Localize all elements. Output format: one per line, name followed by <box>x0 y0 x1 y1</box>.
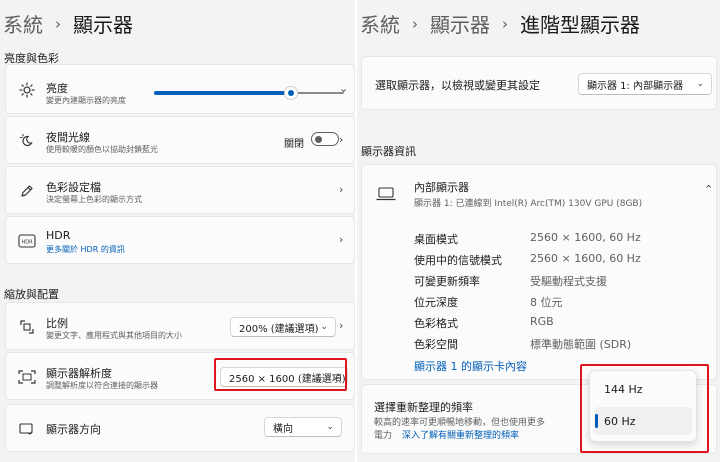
breadcrumb-separator: › <box>55 14 61 33</box>
info-value-color-space: 標準動態範圍 (SDR) <box>530 338 632 351</box>
orientation-dropdown[interactable]: 橫向 ⌄ <box>264 417 342 437</box>
chevron-right-icon[interactable]: › <box>339 134 349 145</box>
resolution-title: 顯示器解析度 <box>46 367 112 380</box>
chevron-down-icon: ⌄ <box>696 79 704 89</box>
hdr-title: HDR <box>46 229 71 242</box>
brightness-sun-icon <box>18 81 36 99</box>
orientation-title: 顯示器方向 <box>46 423 101 436</box>
collapse-chevron-up-icon[interactable]: ⌃ <box>704 184 714 195</box>
color-profile-card[interactable]: 色彩設定檔 決定螢幕上色彩的顯示方式 › <box>5 166 355 214</box>
refresh-rate-description-2: 電力 <box>374 431 393 441</box>
expand-chevron-down-icon[interactable]: ⌄ <box>339 83 349 94</box>
resolution-subtitle: 調整解析度以符合連接的顯示器 <box>46 381 158 390</box>
hdr-info-link[interactable]: 更多關於 HDR 的資訊 <box>46 244 125 255</box>
info-value-desktop-mode: 2560 × 1600, 60 Hz <box>530 231 641 244</box>
resolution-dropdown[interactable]: 2560 × 1600 (建議選項) ⌄ <box>220 367 348 387</box>
scale-dropdown[interactable]: 200% (建議選項) ⌄ <box>230 317 336 337</box>
breadcrumb: 系統 › 顯示器 <box>3 9 133 38</box>
color-profile-title: 色彩設定檔 <box>46 181 101 194</box>
refresh-rate-dropdown-list: 144 Hz 60 Hz <box>589 370 697 442</box>
display-connection-subtitle: 顯示器 1: 已連線到 Intel(R) Arc(TM) 130V GPU (8… <box>414 199 643 209</box>
night-light-card[interactable]: 夜間光線 使用較暖的顏色以協助封鎖藍光 關閉 › <box>5 116 355 164</box>
page-title: 顯示器 <box>73 13 133 37</box>
night-light-state-label: 關閉 <box>284 139 304 150</box>
brightness-slider-fill <box>154 91 291 95</box>
chevron-right-icon[interactable]: › <box>339 184 349 195</box>
refresh-rate-description: 較高的速率可更順暢地移動，但也使用更多 <box>374 418 546 428</box>
display-settings-panel: 系統 › 顯示器 亮度與色彩 亮度 變更內建顯示器的亮度 ⌄ 夜間光線 使用較暖… <box>0 0 355 462</box>
breadcrumb-parent[interactable]: 系統 <box>3 9 43 38</box>
info-key-variable-refresh: 可變更新頻率 <box>414 275 480 288</box>
info-value-color-format: RGB <box>530 315 554 328</box>
section-heading-display-info: 顯示器資訊 <box>361 145 416 158</box>
refresh-option-60hz-selected[interactable]: 60 Hz <box>594 407 692 435</box>
resolution-icon <box>18 368 36 386</box>
chevron-down-icon: ⌄ <box>332 372 340 382</box>
advanced-display-panel: 系統 › 顯示器 › 進階型顯示器 選取顯示器，以檢視或變更其設定 顯示器 1:… <box>357 0 720 462</box>
refresh-option-144hz[interactable]: 144 Hz <box>594 375 692 403</box>
info-value-variable-refresh: 受驅動程式支援 <box>530 275 607 288</box>
display-info-card: 內部顯示器 顯示器 1: 已連線到 Intel(R) Arc(TM) 130V … <box>361 164 717 380</box>
brightness-title: 亮度 <box>46 82 68 95</box>
refresh-rate-learn-more-link[interactable]: 深入了解有關重新整理的頻率 <box>402 428 519 441</box>
info-key-signal-mode: 使用中的信號模式 <box>414 254 502 267</box>
svg-text:HDR: HDR <box>21 240 33 246</box>
page-title: 進階型顯示器 <box>520 13 640 37</box>
pen-icon <box>18 182 36 200</box>
hdr-card[interactable]: HDR HDR 更多關於 HDR 的資訊 › <box>5 216 355 264</box>
scale-card: 比例 變更文字、應用程式與其他項目的大小 200% (建議選項) ⌄ › <box>5 302 355 350</box>
resolution-card: 顯示器解析度 調整解析度以符合連接的顯示器 2560 × 1600 (建議選項)… <box>5 352 355 400</box>
night-light-title: 夜間光線 <box>46 131 90 144</box>
info-key-bit-depth: 位元深度 <box>414 296 458 309</box>
chevron-down-icon: ⌄ <box>326 422 334 432</box>
chevron-right-icon[interactable]: › <box>339 234 349 245</box>
night-light-icon <box>18 132 36 150</box>
laptop-icon <box>376 185 396 203</box>
info-key-color-space: 色彩空間 <box>414 338 458 351</box>
info-key-desktop-mode: 桌面模式 <box>414 233 458 246</box>
breadcrumb-parent[interactable]: 顯示器 <box>430 9 490 38</box>
select-display-dropdown[interactable]: 顯示器 1: 內部顯示器 ⌄ <box>578 73 712 95</box>
breadcrumb-separator: › <box>502 14 508 33</box>
select-display-dropdown-value: 顯示器 1: 內部顯示器 <box>587 80 684 92</box>
resolution-dropdown-value: 2560 × 1600 (建議選項) <box>229 373 346 385</box>
select-display-card: 選取顯示器，以檢視或變更其設定 顯示器 1: 內部顯示器 ⌄ <box>361 56 717 110</box>
breadcrumb-separator: › <box>412 14 418 33</box>
brightness-subtitle: 變更內建顯示器的亮度 <box>46 96 126 105</box>
scale-title: 比例 <box>46 317 68 330</box>
color-profile-subtitle: 決定螢幕上色彩的顯示方式 <box>46 195 142 204</box>
adapter-properties-link[interactable]: 顯示器 1 的顯示卡內容 <box>414 358 527 374</box>
breadcrumb-root[interactable]: 系統 <box>360 9 400 38</box>
scale-dropdown-value: 200% (建議選項) <box>239 323 319 335</box>
night-light-subtitle: 使用較暖的顏色以協助封鎖藍光 <box>46 145 158 154</box>
chevron-down-icon: ⌄ <box>320 322 328 332</box>
brightness-card: 亮度 變更內建顯示器的亮度 ⌄ <box>5 64 355 114</box>
refresh-rate-title: 選擇重新整理的頻率 <box>374 401 473 414</box>
hdr-icon: HDR <box>18 232 36 250</box>
orientation-icon <box>18 420 36 438</box>
brightness-slider[interactable] <box>154 86 344 100</box>
info-key-color-format: 色彩格式 <box>414 317 458 330</box>
scale-icon <box>18 318 36 336</box>
info-value-bit-depth: 8 位元 <box>530 296 563 309</box>
display-name: 內部顯示器 <box>414 181 469 194</box>
section-heading-scale-layout: 縮放與配置 <box>4 288 59 301</box>
orientation-card: 顯示器方向 橫向 ⌄ <box>5 404 355 452</box>
chevron-right-icon[interactable]: › <box>339 320 349 331</box>
orientation-dropdown-value: 橫向 <box>273 423 293 435</box>
info-value-signal-mode: 2560 × 1600, 60 Hz <box>530 252 641 265</box>
select-display-label: 選取顯示器，以檢視或變更其設定 <box>375 79 540 92</box>
night-light-toggle[interactable] <box>311 132 339 146</box>
scale-subtitle: 變更文字、應用程式與其他項目的大小 <box>46 331 182 340</box>
brightness-slider-thumb[interactable] <box>284 86 298 100</box>
breadcrumb: 系統 › 顯示器 › 進階型顯示器 <box>360 9 640 38</box>
